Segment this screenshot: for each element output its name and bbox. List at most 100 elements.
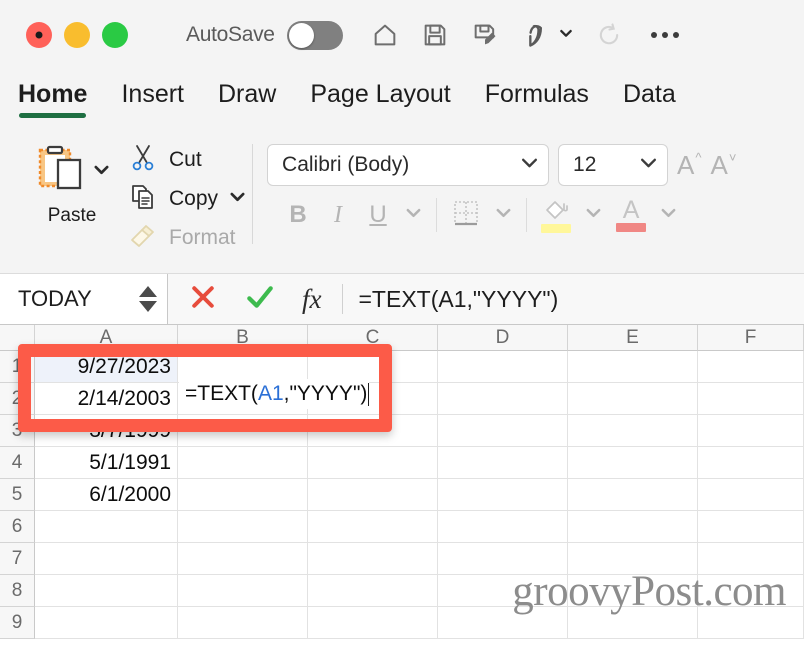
cell-d7[interactable] bbox=[438, 543, 568, 575]
row-header-2[interactable]: 2 bbox=[0, 383, 35, 415]
cell-e6[interactable] bbox=[568, 511, 698, 543]
font-family-select[interactable]: Calibri (Body) bbox=[267, 144, 550, 186]
cell-e1[interactable] bbox=[568, 351, 698, 383]
grow-font-button[interactable]: A ^ bbox=[677, 150, 701, 181]
cell-f1[interactable] bbox=[698, 351, 804, 383]
save-as-icon[interactable] bbox=[471, 21, 499, 49]
cell-b4[interactable] bbox=[178, 447, 308, 479]
row-header-7[interactable]: 7 bbox=[0, 543, 35, 575]
cell-c8[interactable] bbox=[308, 575, 438, 607]
cell-b9[interactable] bbox=[178, 607, 308, 639]
cell-c3[interactable] bbox=[308, 415, 438, 447]
cell-c4[interactable] bbox=[308, 447, 438, 479]
cell-a1[interactable]: 9/27/2023 bbox=[35, 351, 178, 383]
copy-dropdown-chevron-icon[interactable] bbox=[229, 188, 246, 210]
shrink-font-button[interactable]: A ˅ bbox=[710, 150, 736, 181]
paste-dropdown-chevron-icon[interactable] bbox=[93, 161, 110, 183]
row-header-4[interactable]: 4 bbox=[0, 447, 35, 479]
maximize-window-button[interactable] bbox=[102, 22, 128, 48]
cancel-formula-button[interactable] bbox=[188, 282, 218, 317]
more-options-icon[interactable] bbox=[650, 32, 679, 38]
cell-a2[interactable]: 2/14/2003 bbox=[35, 383, 178, 415]
autosave-toggle[interactable] bbox=[286, 20, 343, 50]
cell-e8[interactable] bbox=[568, 575, 698, 607]
cell-f7[interactable] bbox=[698, 543, 804, 575]
row-header-3[interactable]: 3 bbox=[0, 415, 35, 447]
row-header-5[interactable]: 5 bbox=[0, 479, 35, 511]
autosave-control[interactable]: AutoSave bbox=[186, 20, 343, 50]
column-header-b[interactable]: B bbox=[178, 325, 308, 351]
cell-b6[interactable] bbox=[178, 511, 308, 543]
formula-input[interactable]: =TEXT(A1,"YYYY") bbox=[343, 274, 804, 324]
select-all-corner[interactable] bbox=[0, 325, 35, 351]
name-box[interactable]: TODAY bbox=[0, 274, 168, 324]
row-header-8[interactable]: 8 bbox=[0, 575, 35, 607]
undo-icon[interactable] bbox=[521, 21, 549, 49]
cell-b8[interactable] bbox=[178, 575, 308, 607]
cell-b7[interactable] bbox=[178, 543, 308, 575]
cell-c6[interactable] bbox=[308, 511, 438, 543]
cell-d9[interactable] bbox=[438, 607, 568, 639]
column-header-d[interactable]: D bbox=[438, 325, 568, 351]
chevron-down-icon[interactable] bbox=[639, 153, 658, 177]
italic-button[interactable]: I bbox=[325, 202, 351, 229]
format-painter-button[interactable]: Format bbox=[128, 222, 246, 254]
tab-home[interactable]: Home bbox=[18, 70, 87, 118]
font-color-dropdown-chevron-icon[interactable] bbox=[660, 204, 677, 226]
cell-b5[interactable] bbox=[178, 479, 308, 511]
cell-f2[interactable] bbox=[698, 383, 804, 415]
spinner-down-icon[interactable] bbox=[139, 301, 157, 312]
spinner-up-icon[interactable] bbox=[139, 286, 157, 297]
cell-f6[interactable] bbox=[698, 511, 804, 543]
cell-b3[interactable] bbox=[178, 415, 308, 447]
cell-d2[interactable] bbox=[438, 383, 568, 415]
cell-a4[interactable]: 5/1/1991 bbox=[35, 447, 178, 479]
bold-button[interactable]: B bbox=[285, 201, 311, 229]
cell-c9[interactable] bbox=[308, 607, 438, 639]
cell-f9[interactable] bbox=[698, 607, 804, 639]
tab-data[interactable]: Data bbox=[623, 70, 676, 109]
chevron-down-icon[interactable] bbox=[520, 153, 539, 177]
row-header-1[interactable]: 1 bbox=[0, 351, 35, 383]
cell-f5[interactable] bbox=[698, 479, 804, 511]
cell-a3[interactable]: 3/7/1999 bbox=[35, 415, 178, 447]
cell-e9[interactable] bbox=[568, 607, 698, 639]
enter-formula-button[interactable] bbox=[244, 281, 276, 318]
underline-dropdown-chevron-icon[interactable] bbox=[405, 204, 422, 226]
cell-d6[interactable] bbox=[438, 511, 568, 543]
cell-editor-b1[interactable]: =TEXT(A1 ,"YYYY") bbox=[179, 379, 369, 409]
column-header-a[interactable]: A bbox=[35, 325, 178, 351]
cell-d4[interactable] bbox=[438, 447, 568, 479]
cell-a7[interactable] bbox=[35, 543, 178, 575]
tab-insert[interactable]: Insert bbox=[121, 70, 184, 109]
underline-button[interactable]: U bbox=[365, 201, 391, 229]
column-header-f[interactable]: F bbox=[698, 325, 804, 351]
borders-icon[interactable] bbox=[451, 198, 481, 233]
cell-d1[interactable] bbox=[438, 351, 568, 383]
cell-d5[interactable] bbox=[438, 479, 568, 511]
cell-f4[interactable] bbox=[698, 447, 804, 479]
home-icon[interactable] bbox=[371, 21, 399, 49]
cell-e7[interactable] bbox=[568, 543, 698, 575]
cell-f3[interactable] bbox=[698, 415, 804, 447]
cell-f8[interactable] bbox=[698, 575, 804, 607]
cell-c5[interactable] bbox=[308, 479, 438, 511]
minimize-window-button[interactable] bbox=[64, 22, 90, 48]
tab-page-layout[interactable]: Page Layout bbox=[310, 70, 450, 109]
cell-e4[interactable] bbox=[568, 447, 698, 479]
insert-function-button[interactable]: fx bbox=[302, 284, 322, 315]
tab-formulas[interactable]: Formulas bbox=[485, 70, 589, 109]
tab-draw[interactable]: Draw bbox=[218, 70, 276, 109]
undo-dropdown-chevron-icon[interactable] bbox=[559, 26, 573, 45]
cell-a5[interactable]: 6/1/2000 bbox=[35, 479, 178, 511]
cell-c7[interactable] bbox=[308, 543, 438, 575]
column-header-c[interactable]: C bbox=[308, 325, 438, 351]
copy-button[interactable]: Copy bbox=[128, 183, 246, 215]
row-header-9[interactable]: 9 bbox=[0, 607, 35, 639]
cut-button[interactable]: Cut bbox=[128, 144, 246, 176]
font-color-button[interactable]: A bbox=[616, 197, 647, 232]
cell-d3[interactable] bbox=[438, 415, 568, 447]
fill-color-dropdown-chevron-icon[interactable] bbox=[585, 204, 602, 226]
close-window-button[interactable] bbox=[26, 22, 52, 48]
font-size-select[interactable]: 12 bbox=[558, 144, 669, 186]
